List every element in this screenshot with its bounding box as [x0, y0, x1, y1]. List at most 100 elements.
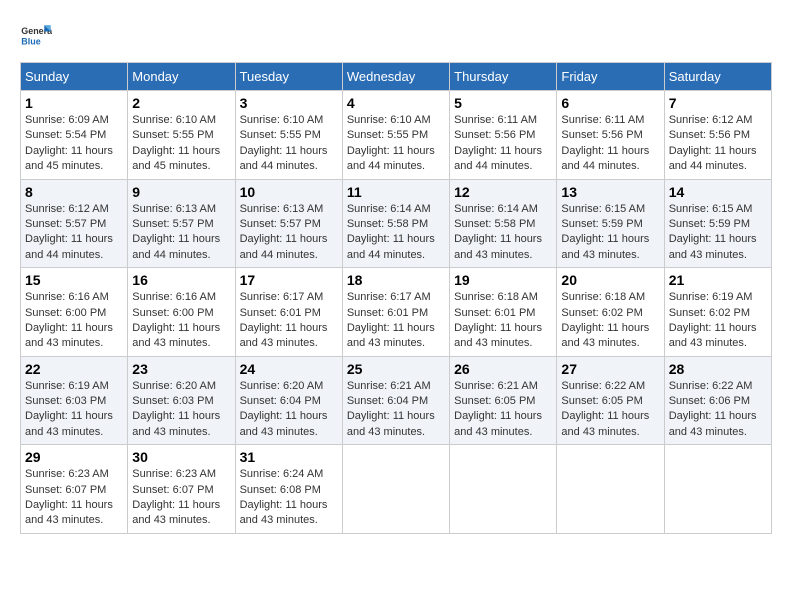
empty-cell [664, 445, 771, 534]
day-info: Sunrise: 6:10 AM Sunset: 5:55 PM Dayligh… [347, 113, 445, 175]
calendar-day-cell: 12 Sunrise: 6:14 AM Sunset: 5:58 PM Dayl… [450, 179, 557, 268]
day-info: Sunrise: 6:23 AM Sunset: 6:07 PM Dayligh… [25, 467, 123, 529]
day-info: Sunrise: 6:19 AM Sunset: 6:02 PM Dayligh… [669, 290, 767, 352]
day-number: 4 [347, 95, 445, 111]
calendar-header-row: SundayMondayTuesdayWednesdayThursdayFrid… [21, 63, 772, 91]
calendar-day-cell: 6 Sunrise: 6:11 AM Sunset: 5:56 PM Dayli… [557, 91, 664, 180]
page-header: General Blue [20, 20, 772, 52]
day-info: Sunrise: 6:22 AM Sunset: 6:06 PM Dayligh… [669, 379, 767, 441]
calendar-day-cell: 29 Sunrise: 6:23 AM Sunset: 6:07 PM Dayl… [21, 445, 128, 534]
calendar-day-cell: 1 Sunrise: 6:09 AM Sunset: 5:54 PM Dayli… [21, 91, 128, 180]
day-info: Sunrise: 6:23 AM Sunset: 6:07 PM Dayligh… [132, 467, 230, 529]
day-number: 6 [561, 95, 659, 111]
day-number: 21 [669, 272, 767, 288]
day-info: Sunrise: 6:17 AM Sunset: 6:01 PM Dayligh… [347, 290, 445, 352]
day-number: 1 [25, 95, 123, 111]
day-info: Sunrise: 6:12 AM Sunset: 5:57 PM Dayligh… [25, 202, 123, 264]
day-number: 31 [240, 449, 338, 465]
day-number: 27 [561, 361, 659, 377]
day-info: Sunrise: 6:12 AM Sunset: 5:56 PM Dayligh… [669, 113, 767, 175]
calendar-week-row: 15 Sunrise: 6:16 AM Sunset: 6:00 PM Dayl… [21, 268, 772, 357]
calendar-day-cell: 13 Sunrise: 6:15 AM Sunset: 5:59 PM Dayl… [557, 179, 664, 268]
day-info: Sunrise: 6:17 AM Sunset: 6:01 PM Dayligh… [240, 290, 338, 352]
day-info: Sunrise: 6:16 AM Sunset: 6:00 PM Dayligh… [25, 290, 123, 352]
calendar-day-cell: 2 Sunrise: 6:10 AM Sunset: 5:55 PM Dayli… [128, 91, 235, 180]
calendar-day-cell: 17 Sunrise: 6:17 AM Sunset: 6:01 PM Dayl… [235, 268, 342, 357]
day-info: Sunrise: 6:11 AM Sunset: 5:56 PM Dayligh… [454, 113, 552, 175]
day-of-week-sunday: Sunday [21, 63, 128, 91]
day-number: 13 [561, 184, 659, 200]
day-info: Sunrise: 6:18 AM Sunset: 6:01 PM Dayligh… [454, 290, 552, 352]
calendar-day-cell: 30 Sunrise: 6:23 AM Sunset: 6:07 PM Dayl… [128, 445, 235, 534]
day-number: 29 [25, 449, 123, 465]
calendar-day-cell: 21 Sunrise: 6:19 AM Sunset: 6:02 PM Dayl… [664, 268, 771, 357]
svg-text:Blue: Blue [21, 36, 40, 46]
calendar-day-cell: 14 Sunrise: 6:15 AM Sunset: 5:59 PM Dayl… [664, 179, 771, 268]
day-info: Sunrise: 6:11 AM Sunset: 5:56 PM Dayligh… [561, 113, 659, 175]
calendar-week-row: 22 Sunrise: 6:19 AM Sunset: 6:03 PM Dayl… [21, 356, 772, 445]
empty-cell [557, 445, 664, 534]
day-number: 24 [240, 361, 338, 377]
day-info: Sunrise: 6:14 AM Sunset: 5:58 PM Dayligh… [454, 202, 552, 264]
calendar-day-cell: 18 Sunrise: 6:17 AM Sunset: 6:01 PM Dayl… [342, 268, 449, 357]
day-of-week-friday: Friday [557, 63, 664, 91]
calendar-day-cell: 3 Sunrise: 6:10 AM Sunset: 5:55 PM Dayli… [235, 91, 342, 180]
day-number: 2 [132, 95, 230, 111]
calendar-day-cell: 31 Sunrise: 6:24 AM Sunset: 6:08 PM Dayl… [235, 445, 342, 534]
day-info: Sunrise: 6:14 AM Sunset: 5:58 PM Dayligh… [347, 202, 445, 264]
day-info: Sunrise: 6:22 AM Sunset: 6:05 PM Dayligh… [561, 379, 659, 441]
day-of-week-thursday: Thursday [450, 63, 557, 91]
day-info: Sunrise: 6:16 AM Sunset: 6:00 PM Dayligh… [132, 290, 230, 352]
day-info: Sunrise: 6:19 AM Sunset: 6:03 PM Dayligh… [25, 379, 123, 441]
day-info: Sunrise: 6:21 AM Sunset: 6:05 PM Dayligh… [454, 379, 552, 441]
calendar-day-cell: 20 Sunrise: 6:18 AM Sunset: 6:02 PM Dayl… [557, 268, 664, 357]
day-of-week-tuesday: Tuesday [235, 63, 342, 91]
day-number: 7 [669, 95, 767, 111]
calendar-day-cell: 11 Sunrise: 6:14 AM Sunset: 5:58 PM Dayl… [342, 179, 449, 268]
day-info: Sunrise: 6:18 AM Sunset: 6:02 PM Dayligh… [561, 290, 659, 352]
day-number: 9 [132, 184, 230, 200]
calendar-week-row: 29 Sunrise: 6:23 AM Sunset: 6:07 PM Dayl… [21, 445, 772, 534]
calendar-day-cell: 23 Sunrise: 6:20 AM Sunset: 6:03 PM Dayl… [128, 356, 235, 445]
calendar-day-cell: 5 Sunrise: 6:11 AM Sunset: 5:56 PM Dayli… [450, 91, 557, 180]
calendar-day-cell: 19 Sunrise: 6:18 AM Sunset: 6:01 PM Dayl… [450, 268, 557, 357]
calendar-day-cell: 10 Sunrise: 6:13 AM Sunset: 5:57 PM Dayl… [235, 179, 342, 268]
day-info: Sunrise: 6:15 AM Sunset: 5:59 PM Dayligh… [669, 202, 767, 264]
day-number: 12 [454, 184, 552, 200]
day-of-week-wednesday: Wednesday [342, 63, 449, 91]
day-number: 23 [132, 361, 230, 377]
empty-cell [342, 445, 449, 534]
day-number: 22 [25, 361, 123, 377]
day-number: 11 [347, 184, 445, 200]
day-info: Sunrise: 6:20 AM Sunset: 6:04 PM Dayligh… [240, 379, 338, 441]
day-info: Sunrise: 6:24 AM Sunset: 6:08 PM Dayligh… [240, 467, 338, 529]
calendar-day-cell: 7 Sunrise: 6:12 AM Sunset: 5:56 PM Dayli… [664, 91, 771, 180]
day-info: Sunrise: 6:09 AM Sunset: 5:54 PM Dayligh… [25, 113, 123, 175]
day-info: Sunrise: 6:10 AM Sunset: 5:55 PM Dayligh… [132, 113, 230, 175]
day-number: 19 [454, 272, 552, 288]
logo-icon: General Blue [20, 20, 52, 52]
day-info: Sunrise: 6:13 AM Sunset: 5:57 PM Dayligh… [132, 202, 230, 264]
day-info: Sunrise: 6:15 AM Sunset: 5:59 PM Dayligh… [561, 202, 659, 264]
empty-cell [450, 445, 557, 534]
calendar-day-cell: 25 Sunrise: 6:21 AM Sunset: 6:04 PM Dayl… [342, 356, 449, 445]
calendar-week-row: 1 Sunrise: 6:09 AM Sunset: 5:54 PM Dayli… [21, 91, 772, 180]
calendar-day-cell: 16 Sunrise: 6:16 AM Sunset: 6:00 PM Dayl… [128, 268, 235, 357]
calendar-day-cell: 9 Sunrise: 6:13 AM Sunset: 5:57 PM Dayli… [128, 179, 235, 268]
calendar-day-cell: 26 Sunrise: 6:21 AM Sunset: 6:05 PM Dayl… [450, 356, 557, 445]
day-of-week-saturday: Saturday [664, 63, 771, 91]
calendar-day-cell: 22 Sunrise: 6:19 AM Sunset: 6:03 PM Dayl… [21, 356, 128, 445]
day-of-week-monday: Monday [128, 63, 235, 91]
day-number: 8 [25, 184, 123, 200]
calendar-day-cell: 8 Sunrise: 6:12 AM Sunset: 5:57 PM Dayli… [21, 179, 128, 268]
day-number: 14 [669, 184, 767, 200]
day-number: 5 [454, 95, 552, 111]
day-number: 18 [347, 272, 445, 288]
calendar-day-cell: 28 Sunrise: 6:22 AM Sunset: 6:06 PM Dayl… [664, 356, 771, 445]
day-number: 17 [240, 272, 338, 288]
day-number: 16 [132, 272, 230, 288]
calendar-day-cell: 4 Sunrise: 6:10 AM Sunset: 5:55 PM Dayli… [342, 91, 449, 180]
day-info: Sunrise: 6:10 AM Sunset: 5:55 PM Dayligh… [240, 113, 338, 175]
calendar-table: SundayMondayTuesdayWednesdayThursdayFrid… [20, 62, 772, 534]
day-number: 30 [132, 449, 230, 465]
